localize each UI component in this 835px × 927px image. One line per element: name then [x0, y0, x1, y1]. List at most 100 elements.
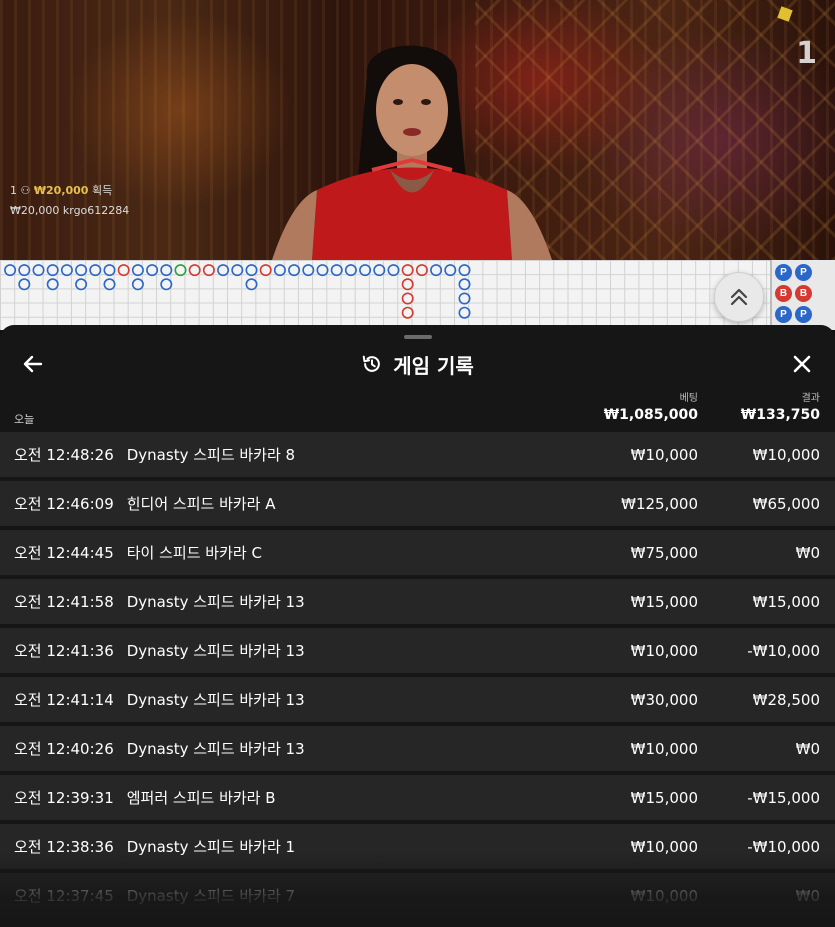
road-bead [401, 292, 414, 305]
bet-total: ₩1,085,000 [603, 407, 698, 423]
road-bead [131, 264, 144, 277]
winner-entry: ₩20,000 krgo612284 [10, 204, 129, 217]
road-bead [46, 278, 59, 291]
row-time: 오전 12:44:45 [14, 544, 114, 562]
road-bead [131, 278, 144, 291]
road-bead [75, 278, 88, 291]
row-bet: ₩30,000 [630, 690, 698, 709]
row-result: ₩10,000 [752, 445, 820, 464]
row-game: Dynasty 스피드 바카라 1 [126, 838, 296, 856]
road-bead [316, 264, 329, 277]
road-bead [344, 264, 357, 277]
road-side-bead: B [795, 285, 812, 302]
road-bead [18, 264, 31, 277]
road-bead [273, 264, 286, 277]
road-bead [117, 264, 130, 277]
live-video-feed: 1 1 ⚇ ₩20,000 획득 ₩20,000 krgo612284 [0, 0, 835, 260]
road-bead [103, 264, 116, 277]
history-list: 오전 12:48:26 Dynasty 스피드 바카라 8 ₩10,000 ₩10… [0, 432, 835, 922]
row-game: 힌디어 스피드 바카라 A [126, 495, 276, 513]
road-bead [259, 264, 272, 277]
history-row[interactable]: 오전 12:44:45 타이 스피드 바카라 C ₩75,000 ₩0 [0, 530, 835, 575]
history-row[interactable]: 오전 12:38:36 Dynasty 스피드 바카라 1 ₩10,000 -₩1… [0, 824, 835, 869]
road-bead [245, 264, 258, 277]
row-time: 오전 12:39:31 [14, 789, 114, 807]
section-label-today: 오늘 [14, 413, 35, 426]
road-bead [373, 264, 386, 277]
history-row[interactable]: 오전 12:41:14 Dynasty 스피드 바카라 13 ₩30,000 ₩2… [0, 677, 835, 722]
dealer-figure [272, 45, 552, 260]
road-bead [103, 278, 116, 291]
chevron-double-up-icon [730, 288, 748, 306]
row-result: ₩28,500 [752, 690, 820, 709]
road-bead [4, 264, 17, 277]
road-bead [458, 292, 471, 305]
road-bead [160, 264, 173, 277]
close-button[interactable] [787, 349, 817, 379]
road-bead [387, 264, 400, 277]
history-row[interactable]: 오전 12:41:36 Dynasty 스피드 바카라 13 ₩10,000 -₩… [0, 628, 835, 673]
sheet-grab-handle[interactable] [404, 335, 432, 339]
row-result: ₩0 [795, 543, 820, 562]
road-bead [288, 264, 301, 277]
round-number: 1 [796, 36, 817, 71]
road-bead [217, 264, 230, 277]
row-time: 오전 12:41:36 [14, 642, 114, 660]
history-row[interactable]: 오전 12:39:31 엠퍼러 스피드 바카라 B ₩15,000 -₩15,00… [0, 775, 835, 820]
row-game: Dynasty 스피드 바카라 13 [126, 642, 305, 660]
road-bead [174, 264, 187, 277]
row-time: 오전 12:48:26 [14, 446, 114, 464]
road-bead [160, 278, 173, 291]
win-suffix: 획득 [91, 184, 113, 197]
row-time: 오전 12:40:26 [14, 740, 114, 758]
person-icon: ⚇ [20, 184, 31, 197]
road-bead [458, 278, 471, 291]
row-game: Dynasty 스피드 바카라 7 [126, 887, 296, 905]
road-bead [401, 264, 414, 277]
history-row[interactable]: 오전 12:46:09 힌디어 스피드 바카라 A ₩125,000 ₩65,00… [0, 481, 835, 526]
winner-username: krgo612284 [62, 204, 130, 217]
win-notice: 1 ⚇ ₩20,000 획득 [10, 182, 112, 198]
row-game: Dynasty 스피드 바카라 13 [126, 740, 305, 758]
row-time: 오전 12:37:45 [14, 887, 114, 905]
row-result: ₩65,000 [752, 494, 820, 513]
row-bet: ₩10,000 [630, 837, 698, 856]
result-total: ₩133,750 [740, 407, 820, 423]
road-bead [359, 264, 372, 277]
road-bead [302, 264, 315, 277]
road-bead [444, 264, 457, 277]
row-game: Dynasty 스피드 바카라 13 [126, 593, 305, 611]
history-row[interactable]: 오전 12:41:58 Dynasty 스피드 바카라 13 ₩15,000 ₩1… [0, 579, 835, 624]
row-result: -₩10,000 [747, 641, 820, 660]
road-marks [4, 264, 471, 319]
row-bet: ₩75,000 [630, 543, 698, 562]
road-bead [458, 264, 471, 277]
road-side-panel: PPBBPP [770, 260, 835, 330]
road-bead [430, 264, 443, 277]
row-game: 타이 스피드 바카라 C [126, 544, 262, 562]
road-bead [188, 264, 201, 277]
history-icon [362, 355, 381, 372]
history-row[interactable]: 오전 12:40:26 Dynasty 스피드 바카라 13 ₩10,000 ₩0 [0, 726, 835, 771]
row-bet: ₩10,000 [630, 739, 698, 758]
close-icon [793, 355, 811, 373]
row-result: ₩0 [795, 739, 820, 758]
history-summary: 오늘 베팅 결과 ₩1,085,000 ₩133,750 [0, 385, 835, 429]
road-side-bead: P [795, 264, 812, 281]
row-result: ₩0 [795, 886, 820, 905]
road-bead [46, 264, 59, 277]
road-side-bead: P [775, 306, 792, 323]
road-bead [401, 306, 414, 319]
history-row[interactable]: 오전 12:48:26 Dynasty 스피드 바카라 8 ₩10,000 ₩10… [0, 432, 835, 477]
row-bet: ₩10,000 [630, 886, 698, 905]
road-bead [202, 264, 215, 277]
road-bead [60, 264, 73, 277]
road-bead [89, 264, 102, 277]
row-bet: ₩15,000 [630, 788, 698, 807]
row-bet: ₩10,000 [630, 445, 698, 464]
history-row[interactable]: 오전 12:37:45 Dynasty 스피드 바카라 7 ₩10,000 ₩0 [0, 873, 835, 918]
bead-road[interactable] [0, 260, 835, 330]
game-history-sheet: 게임 기록 오늘 베팅 결과 ₩1,085,000 ₩133,750 오전 12… [0, 325, 835, 927]
road-expand-button[interactable] [714, 272, 764, 322]
road-bead [75, 264, 88, 277]
